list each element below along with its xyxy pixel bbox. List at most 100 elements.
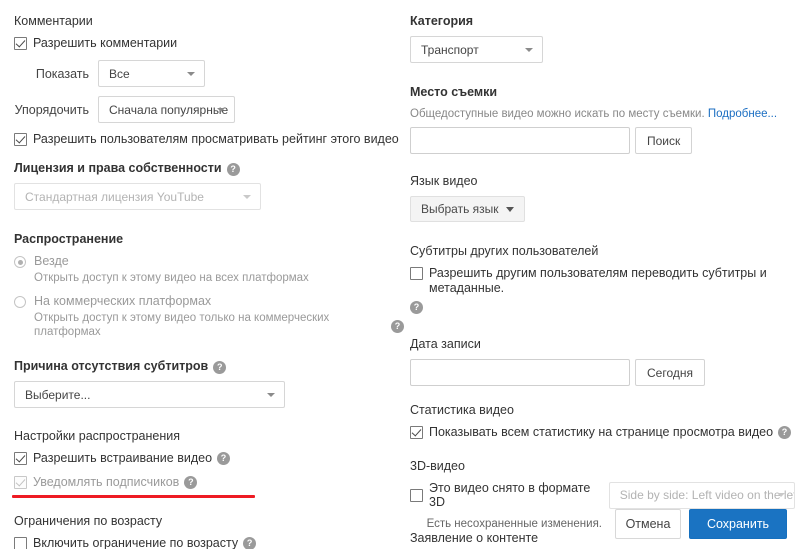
distribution-monetized-desc: Открыть доступ к этому видео только на к… xyxy=(34,311,404,339)
help-icon[interactable]: ? xyxy=(226,163,240,176)
notify-subscribers-label: Уведомлять подписчиков xyxy=(33,475,180,489)
community-subtitles-row[interactable]: Разрешить другим пользователям переводит… xyxy=(410,266,795,296)
distribution-everywhere-row: Везде xyxy=(14,254,404,269)
category-select[interactable]: Транспорт xyxy=(410,36,543,63)
comments-sort-select[interactable]: Сначала популярные xyxy=(98,96,235,123)
comments-show-row: Показать Все xyxy=(14,60,404,87)
record-date-section: Дата записи Сегодня xyxy=(410,337,795,386)
video-language-title: Язык видео xyxy=(410,174,478,188)
location-section: Место съемки Общедоступные видео можно и… xyxy=(410,85,795,154)
distribution-options-title: Настройки распространения xyxy=(14,429,180,443)
location-hint-text: Общедоступные видео можно искать по мест… xyxy=(410,108,705,120)
help-icon[interactable]: ? xyxy=(217,452,231,465)
allow-ratings-checkbox[interactable] xyxy=(14,133,27,146)
category-section: Категория Транспорт xyxy=(410,14,795,63)
location-search-row: Поиск xyxy=(410,127,795,154)
allow-ratings-row[interactable]: Разрешить пользователям просматривать ре… xyxy=(14,132,404,147)
chevron-down-icon xyxy=(267,392,275,397)
allow-comments-row[interactable]: Разрешить комментарии xyxy=(14,36,404,51)
comments-sort-value: Сначала популярные xyxy=(109,102,229,117)
record-date-input[interactable] xyxy=(410,359,630,386)
license-section: Лицензия и права собственности ? Стандар… xyxy=(14,161,404,210)
video-language-section: Язык видео Выбрать язык xyxy=(410,174,795,222)
form-footer: Есть несохраненные изменения. Отмена Сох… xyxy=(0,509,800,539)
community-subtitles-checkbox[interactable] xyxy=(410,267,423,280)
chevron-down-icon xyxy=(217,107,225,112)
allow-comments-label: Разрешить комментарии xyxy=(33,36,178,50)
video-3d-row: Это видео снято в формате 3D Side by sid… xyxy=(410,481,795,509)
community-subtitles-label: Разрешить другим пользователям переводит… xyxy=(429,266,767,295)
unsaved-changes-note: Есть несохраненные изменения. xyxy=(426,518,602,530)
video-3d-label: Это видео снято в формате 3D xyxy=(429,481,591,509)
community-subtitles-help-wrap: ? xyxy=(410,298,795,316)
caption-reason-section-title: Причина отсутствия субтитров ? xyxy=(14,359,404,374)
help-icon[interactable]: ? xyxy=(213,361,227,374)
video-stats-section: Статистика видео Показывать всем статист… xyxy=(410,403,795,440)
comments-show-label: Показать xyxy=(35,66,89,81)
caption-reason-select[interactable]: Выберите... xyxy=(14,381,285,408)
select-language-label: Выбрать язык xyxy=(421,202,499,216)
allow-embed-label: Разрешить встраивание видео xyxy=(33,451,213,465)
location-learn-more-link[interactable]: Подробнее... xyxy=(708,108,777,120)
notify-subscribers-checkbox xyxy=(14,476,27,489)
video-stats-row[interactable]: Показывать всем статистику на странице п… xyxy=(410,425,795,440)
help-icon[interactable]: ? xyxy=(410,301,423,315)
license-value: Стандартная лицензия YouTube xyxy=(25,189,204,204)
chevron-down-icon xyxy=(243,194,251,199)
distribution-monetized-row: На коммерческих платформах xyxy=(14,294,404,309)
chevron-down-icon xyxy=(505,206,514,212)
distribution-monetized-radio xyxy=(14,296,26,308)
distribution-everywhere-radio xyxy=(14,256,26,268)
video-stats-checkbox[interactable] xyxy=(410,426,423,439)
distribution-section-title: Распространение xyxy=(14,232,124,246)
record-date-row: Сегодня xyxy=(410,359,795,386)
help-icon[interactable]: ? xyxy=(391,319,404,333)
video-3d-format-value: Side by side: Left video on the left sid… xyxy=(619,488,794,502)
distribution-monetized-label: На коммерческих платформах xyxy=(34,294,212,308)
license-title-text: Лицензия и права собственности xyxy=(14,161,222,175)
license-section-title: Лицензия и права собственности ? xyxy=(14,161,404,176)
comments-sort-label: Упорядочить xyxy=(14,102,89,117)
notify-subscribers-row: Уведомлять подписчиков ? xyxy=(14,475,404,490)
select-language-button[interactable]: Выбрать язык xyxy=(410,196,525,222)
category-value: Транспорт xyxy=(421,42,479,57)
video-3d-checkbox[interactable] xyxy=(410,488,423,502)
help-icon[interactable]: ? xyxy=(778,426,792,439)
save-button[interactable]: Сохранить xyxy=(689,509,787,539)
distribution-monetized-desc-text: Открыть доступ к этому видео только на к… xyxy=(34,312,330,338)
allow-ratings-label: Разрешить пользователям просматривать ре… xyxy=(33,132,399,146)
right-column: Категория Транспорт Место съемки Общедос… xyxy=(410,0,795,549)
location-search-button[interactable]: Поиск xyxy=(635,127,693,154)
chevron-down-icon xyxy=(187,71,195,76)
license-select: Стандартная лицензия YouTube xyxy=(14,183,261,210)
comments-section: Комментарии Разрешить комментарии Показа… xyxy=(14,14,404,147)
video-settings-page: Комментарии Разрешить комментарии Показа… xyxy=(0,0,800,549)
comments-sort-row: Упорядочить Сначала популярные xyxy=(14,96,404,123)
chevron-down-icon xyxy=(777,493,785,497)
community-subtitles-title: Субтитры других пользователей xyxy=(410,244,599,258)
community-subtitles-section: Субтитры других пользователей Разрешить … xyxy=(410,244,795,316)
chevron-down-icon xyxy=(525,47,533,52)
video-3d-title: 3D-видео xyxy=(410,459,465,473)
allow-comments-checkbox[interactable] xyxy=(14,37,27,50)
location-search-input[interactable] xyxy=(410,127,630,154)
record-date-today-button[interactable]: Сегодня xyxy=(635,359,705,386)
video-stats-title: Статистика видео xyxy=(410,403,514,417)
cancel-button[interactable]: Отмена xyxy=(615,509,681,539)
comments-show-select[interactable]: Все xyxy=(98,60,205,87)
left-column: Комментарии Разрешить комментарии Показа… xyxy=(14,0,404,549)
caption-reason-title-text: Причина отсутствия субтитров xyxy=(14,359,209,373)
caption-reason-value: Выберите... xyxy=(25,387,91,402)
distribution-everywhere-desc: Открыть доступ к этому видео на всех пла… xyxy=(34,272,309,284)
location-section-title: Место съемки xyxy=(410,85,498,99)
comments-show-value: Все xyxy=(109,66,130,81)
allow-embed-row[interactable]: Разрешить встраивание видео ? xyxy=(14,451,404,466)
distribution-everywhere-label: Везде xyxy=(34,254,69,268)
help-icon[interactable]: ? xyxy=(184,476,198,489)
record-date-title: Дата записи xyxy=(410,337,481,351)
allow-embed-checkbox[interactable] xyxy=(14,452,27,465)
caption-reason-section: Причина отсутствия субтитров ? Выберите.… xyxy=(14,359,404,408)
location-hint: Общедоступные видео можно искать по мест… xyxy=(410,107,795,122)
annotation-underline xyxy=(12,495,255,498)
distribution-options-section: Настройки распространения Разрешить встр… xyxy=(14,429,404,490)
